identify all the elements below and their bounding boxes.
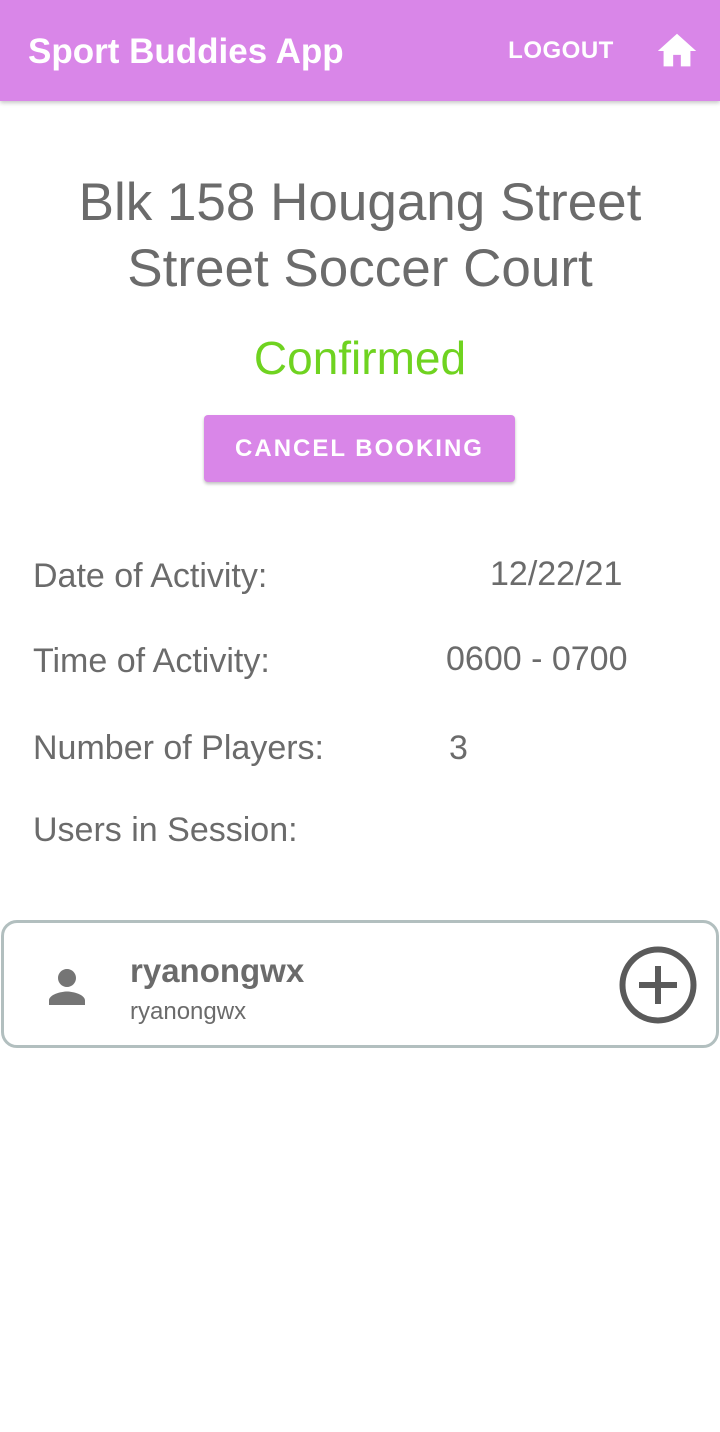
app-title: Sport Buddies App — [28, 32, 344, 71]
cancel-booking-button[interactable]: CANCEL BOOKING — [204, 415, 515, 482]
booking-status: Confirmed — [253, 332, 467, 384]
user-list-item[interactable]: ryanongwx ryanongwx — [1, 920, 719, 1048]
person-icon — [49, 969, 85, 1005]
user-username: ryanongwx — [130, 998, 247, 1025]
venue-title: Blk 158 Hougang Street Street Soccer Cou… — [78, 173, 642, 298]
date-of-activity-label: Date of Activity: — [33, 557, 268, 595]
time-of-activity-value: 0600 - 0700 — [446, 640, 628, 678]
number-of-players-value: 3 — [449, 729, 468, 767]
logout-button[interactable]: LOGOUT — [496, 28, 626, 74]
home-icon — [657, 33, 697, 67]
user-name: ryanongwx — [130, 952, 305, 989]
home-button[interactable] — [654, 28, 700, 74]
app-bar: Sport Buddies App LOGOUT — [0, 0, 720, 101]
number-of-players-label: Number of Players: — [33, 729, 324, 767]
time-of-activity-label: Time of Activity: — [33, 642, 270, 680]
add-circle-icon — [619, 946, 697, 1024]
add-user-button[interactable] — [616, 943, 700, 1027]
date-of-activity-value: 12/22/21 — [490, 555, 623, 593]
users-in-session-label: Users in Session: — [33, 811, 298, 849]
